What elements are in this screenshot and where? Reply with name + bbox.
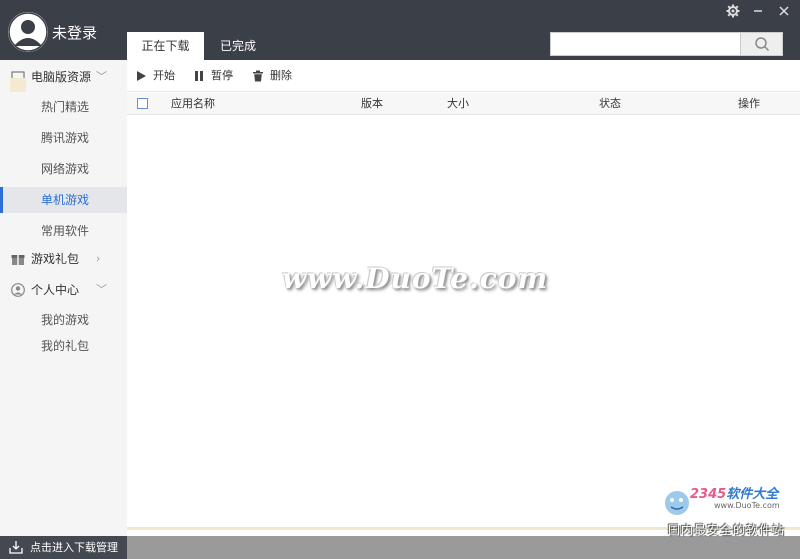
sidebar-group-game-gifts[interactable]: 游戏礼包 › — [0, 244, 127, 274]
tab-completed[interactable]: 已完成 — [204, 32, 272, 60]
site-logo: 2345软件大全 www.DuoTe.com 国内最安全的软件站 — [660, 483, 800, 537]
sidebar-group-label: 电脑版资源 — [31, 70, 92, 84]
table-header: 应用名称 版本 大小 状态 操作 — [127, 93, 800, 115]
sidebar-group-label: 个人中心 — [31, 283, 80, 297]
highlight-mark — [10, 78, 26, 92]
pause-icon — [195, 71, 203, 81]
sidebar-group-personal-center[interactable]: 个人中心 ﹀ — [0, 275, 127, 305]
gift-icon — [11, 255, 25, 265]
column-version[interactable]: 版本 — [361, 93, 383, 115]
gear-icon — [726, 4, 740, 18]
login-status-label[interactable]: 未登录 — [52, 22, 97, 43]
logo-tagline: 国内最安全的软件站 — [668, 523, 786, 537]
watermark-text: www.DuoTe.com — [282, 262, 549, 295]
minimize-button[interactable] — [749, 4, 767, 22]
sidebar-item-my-gifts[interactable]: 我的礼包 — [0, 333, 127, 359]
status-bar — [127, 536, 800, 559]
start-label: 开始 — [153, 69, 175, 82]
search-input[interactable] — [551, 33, 739, 55]
search-box — [550, 32, 783, 56]
pause-label: 暂停 — [211, 69, 233, 82]
start-button[interactable]: 开始 — [135, 60, 185, 92]
tab-downloading[interactable]: 正在下载 — [127, 32, 204, 60]
chevron-down-icon: ﹀ — [96, 283, 107, 296]
chevron-down-icon: ﹀ — [96, 70, 107, 83]
sidebar-group-label: 游戏礼包 — [31, 252, 80, 266]
column-app-name[interactable]: 应用名称 — [171, 93, 215, 115]
download-manager-button[interactable]: 点击进入下载管理 — [0, 536, 127, 559]
logo-brand-text: 软件大全 — [726, 487, 779, 502]
tab-downloading-label: 正在下载 — [141, 39, 190, 53]
sidebar-item-common-software[interactable]: 常用软件 — [0, 218, 127, 244]
column-status[interactable]: 状态 — [599, 93, 621, 115]
avatar-icon[interactable] — [8, 12, 48, 52]
logo-url: www.DuoTe.com — [714, 501, 780, 510]
delete-label: 删除 — [270, 69, 292, 82]
logo-brand: 2345软件大全 — [690, 483, 778, 502]
download-icon — [9, 541, 23, 554]
search-button[interactable] — [740, 33, 782, 55]
sidebar-item-hot-picks[interactable]: 热门精选 — [0, 94, 127, 120]
search-icon — [754, 37, 769, 52]
play-icon — [137, 71, 146, 81]
select-all-checkbox[interactable] — [137, 98, 148, 109]
close-button[interactable] — [775, 4, 793, 22]
minimize-icon — [754, 10, 762, 12]
download-manager-label: 点击进入下载管理 — [30, 541, 118, 554]
person-icon — [11, 283, 25, 297]
sidebar-item-single-player-games[interactable]: 单机游戏 — [0, 187, 127, 213]
logo-prefix: 2345 — [690, 487, 727, 502]
sidebar-item-my-games[interactable]: 我的游戏 — [0, 307, 127, 333]
column-size[interactable]: 大小 — [447, 93, 469, 115]
mascot-icon — [665, 491, 689, 515]
settings-button[interactable] — [724, 4, 742, 22]
toolbar: 开始 暂停 删除 — [127, 60, 800, 92]
sidebar-item-online-games[interactable]: 网络游戏 — [0, 156, 127, 182]
tab-completed-label: 已完成 — [219, 39, 256, 53]
sidebar-item-tencent-games[interactable]: 腾讯游戏 — [0, 125, 127, 151]
close-icon — [779, 6, 789, 16]
title-bar: 未登录 正在下载 已完成 — [0, 0, 800, 60]
chevron-right-icon: › — [96, 252, 101, 265]
sidebar: 电脑版资源 ﹀ 热门精选 腾讯游戏 网络游戏 单机游戏 常用软件 游戏礼包 › … — [0, 60, 127, 536]
column-actions: 操作 — [738, 97, 760, 110]
trash-icon — [253, 70, 263, 82]
pause-button[interactable]: 暂停 — [193, 60, 243, 92]
delete-button[interactable]: 删除 — [252, 60, 302, 92]
